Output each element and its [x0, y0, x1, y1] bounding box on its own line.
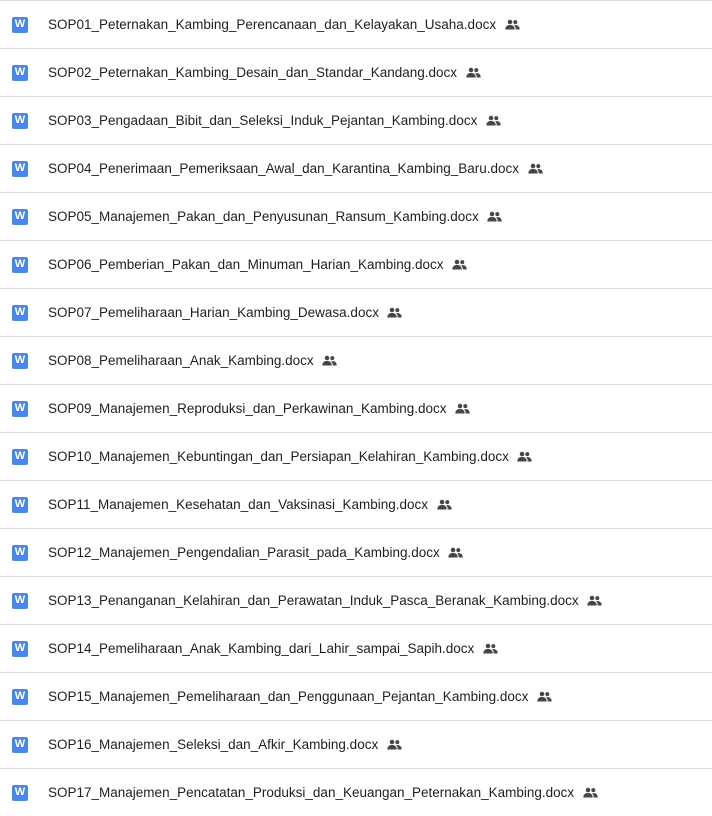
file-name[interactable]: SOP16_Manajemen_Seleksi_dan_Afkir_Kambin… — [48, 737, 378, 752]
people-icon — [465, 65, 481, 81]
file-row[interactable]: W SOP05_Manajemen_Pakan_dan_Penyusunan_Ra… — [0, 193, 712, 241]
file-row[interactable]: W SOP16_Manajemen_Seleksi_dan_Afkir_Kambi… — [0, 721, 712, 769]
word-doc-icon: W — [12, 640, 28, 657]
people-icon — [322, 353, 338, 369]
word-doc-icon: W — [12, 400, 28, 417]
word-doc-icon: W — [12, 208, 28, 225]
file-row[interactable]: W SOP14_Pemeliharaan_Anak_Kambing_dari_La… — [0, 625, 712, 673]
word-doc-icon-letter: W — [14, 594, 26, 606]
file-name[interactable]: SOP12_Manajemen_Pengendalian_Parasit_pad… — [48, 545, 440, 560]
people-icon — [386, 737, 402, 753]
word-doc-icon: W — [12, 688, 28, 705]
file-row[interactable]: W SOP03_Pengadaan_Bibit_dan_Seleksi_Induk… — [0, 97, 712, 145]
word-doc-icon-letter: W — [14, 306, 26, 318]
word-doc-icon: W — [12, 256, 28, 273]
file-row[interactable]: W SOP08_Pemeliharaan_Anak_Kambing.docx — [0, 337, 712, 385]
word-doc-icon-letter: W — [14, 498, 26, 510]
file-row[interactable]: W SOP15_Manajemen_Pemeliharaan_dan_Penggu… — [0, 673, 712, 721]
people-icon — [487, 209, 503, 225]
file-row[interactable]: W SOP09_Manajemen_Reproduksi_dan_Perkawin… — [0, 385, 712, 433]
word-doc-icon-letter: W — [14, 162, 26, 174]
file-name[interactable]: SOP13_Penanganan_Kelahiran_dan_Perawatan… — [48, 593, 579, 608]
people-icon — [448, 545, 464, 561]
file-name[interactable]: SOP08_Pemeliharaan_Anak_Kambing.docx — [48, 353, 314, 368]
file-name[interactable]: SOP14_Pemeliharaan_Anak_Kambing_dari_Lah… — [48, 641, 474, 656]
file-row[interactable]: W SOP12_Manajemen_Pengendalian_Parasit_pa… — [0, 529, 712, 577]
file-name[interactable]: SOP04_Penerimaan_Pemeriksaan_Awal_dan_Ka… — [48, 161, 519, 176]
people-icon — [536, 689, 552, 705]
word-doc-icon: W — [12, 64, 28, 81]
people-icon — [436, 497, 452, 513]
file-row[interactable]: W SOP02_Peternakan_Kambing_Desain_dan_Sta… — [0, 49, 712, 97]
people-icon — [504, 17, 520, 33]
file-row[interactable]: W SOP10_Manajemen_Kebuntingan_dan_Persiap… — [0, 433, 712, 481]
word-doc-icon-letter: W — [14, 66, 26, 78]
word-doc-icon: W — [12, 592, 28, 609]
word-doc-icon-letter: W — [14, 354, 26, 366]
word-doc-icon: W — [12, 160, 28, 177]
word-doc-icon: W — [12, 352, 28, 369]
file-row[interactable]: W SOP17_Manajemen_Pencatatan_Produksi_dan… — [0, 769, 712, 816]
file-name[interactable]: SOP15_Manajemen_Pemeliharaan_dan_Penggun… — [48, 689, 528, 704]
people-icon — [452, 257, 468, 273]
file-row[interactable]: W SOP13_Penanganan_Kelahiran_dan_Perawata… — [0, 577, 712, 625]
word-doc-icon: W — [12, 304, 28, 321]
word-doc-icon-letter: W — [14, 450, 26, 462]
file-list: W SOP01_Peternakan_Kambing_Perencanaan_da… — [0, 0, 712, 816]
word-doc-icon: W — [12, 16, 28, 33]
file-row[interactable]: W SOP07_Pemeliharaan_Harian_Kambing_Dewas… — [0, 289, 712, 337]
people-icon — [387, 305, 403, 321]
file-name[interactable]: SOP05_Manajemen_Pakan_dan_Penyusunan_Ran… — [48, 209, 479, 224]
word-doc-icon-letter: W — [14, 738, 26, 750]
file-row[interactable]: W SOP06_Pemberian_Pakan_dan_Minuman_Haria… — [0, 241, 712, 289]
word-doc-icon-letter: W — [14, 18, 26, 30]
file-name[interactable]: SOP02_Peternakan_Kambing_Desain_dan_Stan… — [48, 65, 457, 80]
word-doc-icon: W — [12, 448, 28, 465]
people-icon — [485, 113, 501, 129]
word-doc-icon-letter: W — [14, 546, 26, 558]
file-name[interactable]: SOP11_Manajemen_Kesehatan_dan_Vaksinasi_… — [48, 497, 428, 512]
people-icon — [587, 593, 603, 609]
file-name[interactable]: SOP07_Pemeliharaan_Harian_Kambing_Dewasa… — [48, 305, 379, 320]
people-icon — [482, 641, 498, 657]
file-name[interactable]: SOP10_Manajemen_Kebuntingan_dan_Persiapa… — [48, 449, 509, 464]
word-doc-icon: W — [12, 112, 28, 129]
word-doc-icon-letter: W — [14, 210, 26, 222]
word-doc-icon-letter: W — [14, 114, 26, 126]
word-doc-icon-letter: W — [14, 258, 26, 270]
file-row[interactable]: W SOP04_Penerimaan_Pemeriksaan_Awal_dan_K… — [0, 145, 712, 193]
people-icon — [517, 449, 533, 465]
word-doc-icon-letter: W — [14, 402, 26, 414]
word-doc-icon: W — [12, 496, 28, 513]
file-name[interactable]: SOP01_Peternakan_Kambing_Perencanaan_dan… — [48, 17, 496, 32]
file-row[interactable]: W SOP01_Peternakan_Kambing_Perencanaan_da… — [0, 1, 712, 49]
word-doc-icon: W — [12, 736, 28, 753]
people-icon — [527, 161, 543, 177]
file-name[interactable]: SOP09_Manajemen_Reproduksi_dan_Perkawina… — [48, 401, 447, 416]
people-icon — [582, 785, 598, 801]
file-row[interactable]: W SOP11_Manajemen_Kesehatan_dan_Vaksinasi… — [0, 481, 712, 529]
people-icon — [455, 401, 471, 417]
file-name[interactable]: SOP06_Pemberian_Pakan_dan_Minuman_Harian… — [48, 257, 444, 272]
word-doc-icon: W — [12, 784, 28, 801]
word-doc-icon-letter: W — [14, 786, 26, 798]
word-doc-icon: W — [12, 544, 28, 561]
word-doc-icon-letter: W — [14, 642, 26, 654]
file-name[interactable]: SOP03_Pengadaan_Bibit_dan_Seleksi_Induk_… — [48, 113, 477, 128]
file-name[interactable]: SOP17_Manajemen_Pencatatan_Produksi_dan_… — [48, 785, 574, 800]
word-doc-icon-letter: W — [14, 690, 26, 702]
